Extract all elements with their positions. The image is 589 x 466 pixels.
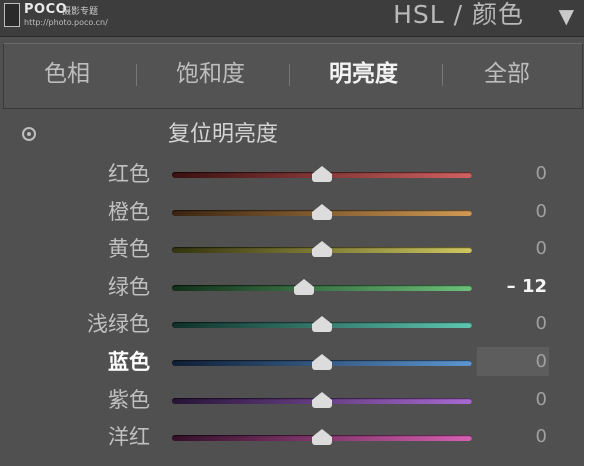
reset-luminance-button[interactable]: 复位明亮度 <box>168 120 278 150</box>
tab-divider <box>136 64 137 86</box>
slider-value-field[interactable]: 0 <box>477 309 549 338</box>
slider-row-yellow: 黄色 0 <box>0 232 584 268</box>
tab-all[interactable]: 全部 <box>484 58 530 90</box>
logo-text: POCO <box>24 2 68 17</box>
logo-url: http://photo.poco.cn/ <box>24 18 108 27</box>
slider-value-field[interactable]: – 12 <box>477 272 549 301</box>
slider-value-field[interactable]: 0 <box>477 197 549 226</box>
slider-row-orange: 橙色 0 <box>0 195 584 231</box>
tab-luminance[interactable]: 明亮度 <box>329 58 398 90</box>
slider-label: 橙色 <box>108 199 150 224</box>
slider-value: 0 <box>535 388 547 410</box>
slider-value: 0 <box>535 238 547 260</box>
slider-thumb[interactable] <box>294 278 314 295</box>
tab-bar: 色相 饱和度 明亮度 全部 <box>3 43 583 109</box>
slider-row-magenta: 洋红 0 <box>0 420 584 456</box>
slider-thumb[interactable] <box>312 391 332 408</box>
slider-value-field[interactable]: 0 <box>477 234 549 263</box>
slider-value-field[interactable]: 0 <box>477 385 549 414</box>
slider-label: 洋红 <box>108 425 150 450</box>
slider-row-aqua: 浅绿色 0 <box>0 307 584 343</box>
triangle-down-icon[interactable]: ▼ <box>559 4 574 28</box>
luminance-sliders: 复位明亮度 红色 0 橙色 0 黄色 0 绿色 – 12 浅绿色 0 蓝色 0 紫色 0 洋红 0 <box>0 112 584 466</box>
slider-label: 蓝色 <box>108 350 150 374</box>
slider-row-purple: 紫色 0 <box>0 383 584 419</box>
target-adjust-icon[interactable] <box>22 127 36 141</box>
slider-value-field[interactable]: 0 <box>477 422 549 451</box>
slider-thumb[interactable] <box>312 203 332 220</box>
slider-label: 黄色 <box>108 237 150 262</box>
slider-row-green: 绿色 – 12 <box>0 270 584 306</box>
tab-divider <box>289 64 290 86</box>
slider-label: 绿色 <box>108 274 150 299</box>
hsl-panel: POCO 摄影专题 http://photo.poco.cn/ HSL / 颜色… <box>0 0 584 466</box>
slider-thumb[interactable] <box>312 316 332 333</box>
slider-value: 0 <box>535 313 547 335</box>
slider-row-red: 红色 0 <box>0 157 584 193</box>
slider-value: 0 <box>535 163 547 184</box>
slider-value-field[interactable]: 0 <box>477 347 549 376</box>
slider-label: 红色 <box>108 162 150 186</box>
tab-divider <box>442 64 443 86</box>
slider-label: 浅绿色 <box>87 312 150 337</box>
slider-value: 0 <box>535 200 547 222</box>
logo-subtext: 摄影专题 <box>62 7 99 17</box>
slider-value: 0 <box>535 351 547 372</box>
slider-value: – 12 <box>506 275 547 297</box>
slider-label: 紫色 <box>108 387 150 412</box>
tab-saturation[interactable]: 饱和度 <box>176 58 245 90</box>
tab-hue[interactable]: 色相 <box>44 58 90 90</box>
panel-header[interactable]: POCO 摄影专题 http://photo.poco.cn/ HSL / 颜色… <box>0 0 584 37</box>
slider-track[interactable] <box>172 284 472 291</box>
panel-title[interactable]: HSL / 颜色 <box>393 0 524 30</box>
logo-box <box>4 3 20 27</box>
slider-row-blue: 蓝色 0 <box>0 345 584 381</box>
slider-thumb[interactable] <box>312 354 332 370</box>
slider-thumb[interactable] <box>312 241 332 258</box>
slider-value: 0 <box>535 426 547 448</box>
slider-thumb[interactable] <box>312 429 332 446</box>
slider-value-field[interactable]: 0 <box>477 159 549 188</box>
slider-thumb[interactable] <box>312 166 332 182</box>
